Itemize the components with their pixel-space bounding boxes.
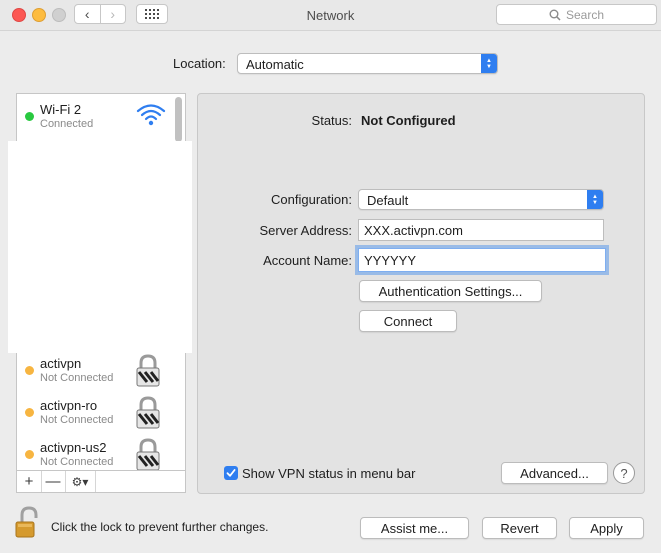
lock-message: Click the lock to prevent further change… bbox=[51, 520, 269, 534]
configuration-label: Configuration: bbox=[271, 192, 352, 207]
service-status: Not Connected bbox=[40, 414, 114, 426]
checkmark-icon bbox=[226, 469, 236, 477]
gear-menu-button[interactable]: ⚙▾ bbox=[65, 471, 96, 492]
location-select[interactable]: Automatic ▲ ▼ bbox=[237, 53, 498, 74]
search-icon bbox=[549, 9, 561, 21]
status-dot bbox=[25, 450, 34, 459]
location-label: Location: bbox=[173, 56, 226, 71]
select-stepper-icon: ▲ ▼ bbox=[587, 190, 603, 209]
status-value: Not Configured bbox=[361, 113, 456, 128]
assist-me-button[interactable]: Assist me... bbox=[360, 517, 469, 539]
status-dot bbox=[25, 408, 34, 417]
status-dot bbox=[25, 366, 34, 375]
service-status: Not Connected bbox=[40, 456, 114, 468]
wifi-icon bbox=[136, 104, 166, 126]
service-name: activpn-us2 bbox=[40, 440, 107, 455]
service-name: Wi-Fi 2 bbox=[40, 102, 82, 117]
configuration-value: Default bbox=[367, 193, 409, 208]
authentication-settings-button[interactable]: Authentication Settings... bbox=[359, 280, 542, 302]
search-field[interactable]: Search bbox=[496, 4, 657, 25]
add-service-button[interactable]: + bbox=[17, 471, 42, 492]
show-vpn-status-checkbox[interactable] bbox=[224, 466, 238, 480]
server-address-label: Server Address: bbox=[259, 223, 353, 238]
vpn-lock-icon bbox=[136, 354, 160, 387]
service-item-activpn-ro[interactable]: activpn-ro Not Connected bbox=[17, 392, 172, 432]
advanced-button[interactable]: Advanced... bbox=[501, 462, 608, 484]
vpn-lock-icon bbox=[136, 396, 160, 429]
service-item-activpn[interactable]: activpn Not Connected bbox=[17, 350, 172, 390]
apply-button[interactable]: Apply bbox=[569, 517, 644, 539]
show-vpn-status-label[interactable]: Show VPN status in menu bar bbox=[242, 466, 415, 481]
service-item-wifi[interactable]: Wi-Fi 2 Connected bbox=[17, 96, 172, 136]
lock-icon[interactable] bbox=[14, 506, 42, 540]
server-address-field[interactable] bbox=[358, 219, 604, 241]
status-dot bbox=[25, 112, 34, 121]
location-value: Automatic bbox=[246, 57, 304, 72]
sidebar-scrollbar[interactable] bbox=[175, 97, 182, 142]
status-label: Status: bbox=[311, 113, 352, 128]
service-name: activpn bbox=[40, 356, 82, 371]
vpn-lock-icon bbox=[136, 438, 160, 470]
connect-button[interactable]: Connect bbox=[359, 310, 457, 332]
service-name: activpn-ro bbox=[40, 398, 98, 413]
account-name-label: Account Name: bbox=[263, 253, 352, 268]
remove-service-button[interactable]: — bbox=[41, 471, 66, 492]
redacted-area bbox=[8, 141, 192, 353]
search-placeholder: Search bbox=[565, 7, 605, 22]
help-button[interactable]: ? bbox=[613, 462, 635, 484]
account-name-field[interactable] bbox=[358, 248, 606, 272]
service-status: Not Connected bbox=[40, 372, 114, 384]
configuration-select[interactable]: Default ▲ ▼ bbox=[358, 189, 604, 210]
service-status: Connected bbox=[40, 118, 94, 130]
revert-button[interactable]: Revert bbox=[482, 517, 557, 539]
service-list-toolbar: + — ⚙▾ bbox=[16, 471, 186, 493]
service-item-activpn-us2[interactable]: activpn-us2 Not Connected bbox=[17, 434, 172, 470]
select-stepper-icon: ▲ ▼ bbox=[481, 54, 497, 73]
